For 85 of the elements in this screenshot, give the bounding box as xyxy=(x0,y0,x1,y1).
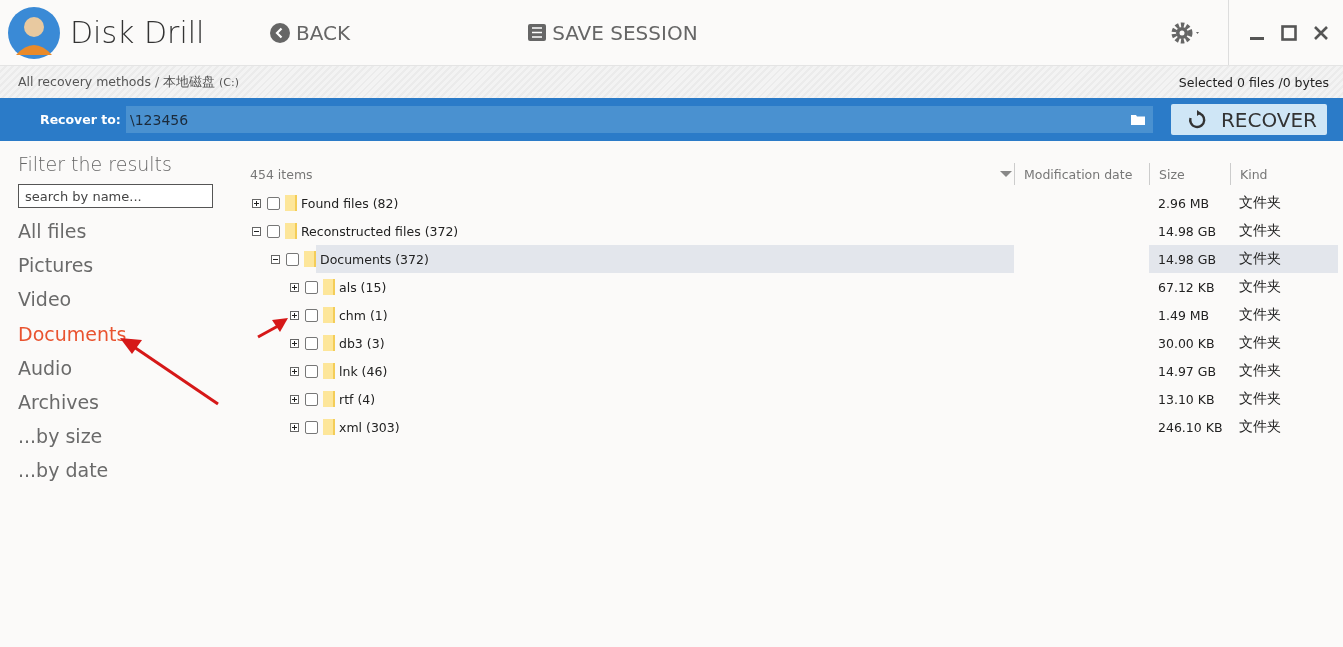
close-icon[interactable] xyxy=(1313,24,1329,41)
checkbox[interactable] xyxy=(286,252,299,266)
size-cell-text: 13.10 KB xyxy=(1157,390,1216,409)
file-name[interactable]: chm (1) xyxy=(339,307,388,323)
expand-icon[interactable] xyxy=(290,422,299,432)
search-field[interactable]: search by name... xyxy=(18,184,213,208)
kind-cell-text: 文件夹 xyxy=(1238,389,1282,408)
folder-icon xyxy=(304,251,316,267)
expand-icon[interactable] xyxy=(252,198,261,208)
kind-cell-text: 文件夹 xyxy=(1238,193,1282,212)
expand-icon[interactable] xyxy=(290,366,299,376)
app-title: Disk Drill xyxy=(70,15,206,50)
size-cell-text: 14.97 GB xyxy=(1157,362,1218,381)
filter-item[interactable]: Documents xyxy=(18,316,232,351)
filter-item[interactable]: ...by date xyxy=(18,453,232,488)
folder-icon xyxy=(323,335,335,351)
kind-cell-text: 文件夹 xyxy=(1238,221,1282,240)
file-name[interactable]: xml (303) xyxy=(339,419,400,435)
filter-heading: Filter the results xyxy=(18,153,173,175)
size-cell-text: 14.98 GB xyxy=(1157,222,1218,241)
kind-cell-text: 文件夹 xyxy=(1238,333,1282,352)
filter-item[interactable]: All files xyxy=(18,214,232,249)
column-header[interactable]: Kind xyxy=(1230,163,1338,185)
item-count: 454 items xyxy=(250,166,313,182)
checkbox[interactable] xyxy=(305,392,318,406)
size-cell-text: 1.49 MB xyxy=(1157,306,1211,325)
settings-icon[interactable] xyxy=(1170,20,1202,45)
checkbox[interactable] xyxy=(305,336,318,350)
folder-icon xyxy=(285,195,297,211)
file-name[interactable]: db3 (3) xyxy=(339,335,385,351)
size-cell: 14.98 GB xyxy=(1149,245,1230,273)
column-header[interactable]: Modification date xyxy=(1014,163,1149,185)
file-name[interactable]: Reconstructed files (372) xyxy=(301,223,459,239)
checkbox[interactable] xyxy=(305,308,318,322)
selection-summary: Selected 0 files /0 bytes xyxy=(1178,74,1329,90)
back-icon xyxy=(270,22,290,43)
kind-cell-text: 文件夹 xyxy=(1238,277,1282,296)
checkbox[interactable] xyxy=(267,224,280,238)
checkbox[interactable] xyxy=(305,364,318,378)
kind-cell-text: 文件夹 xyxy=(1238,361,1282,380)
file-name[interactable]: rtf (4) xyxy=(339,391,376,407)
kind-cell: 文件夹 xyxy=(1230,245,1338,273)
back-button[interactable]: BACK xyxy=(270,20,351,45)
expand-icon[interactable] xyxy=(290,338,299,348)
recover-to-label: Recover to: xyxy=(40,112,122,127)
folder-icon xyxy=(323,279,335,295)
checkbox[interactable] xyxy=(305,420,318,434)
avatar-logo-icon xyxy=(6,4,62,61)
recover-button[interactable]: RECOVER xyxy=(1170,104,1327,135)
kind-cell-text: 文件夹 xyxy=(1238,305,1282,324)
folder-icon xyxy=(323,363,335,379)
expand-icon[interactable] xyxy=(290,282,299,292)
filter-item[interactable]: Pictures xyxy=(18,248,232,283)
sort-caret-icon[interactable] xyxy=(1000,170,1012,178)
size-cell-text: 30.00 KB xyxy=(1157,334,1216,353)
checkbox[interactable] xyxy=(267,196,280,210)
size-cell-text: 2.96 MB xyxy=(1157,194,1211,213)
collapse-icon[interactable] xyxy=(252,226,261,236)
file-name[interactable]: Documents (372) xyxy=(320,251,429,267)
folder-icon xyxy=(323,391,335,407)
filter-item[interactable]: Video xyxy=(18,282,232,317)
expand-icon[interactable] xyxy=(290,310,299,320)
column-header[interactable]: Size xyxy=(1149,163,1230,185)
folder-icon xyxy=(323,419,335,435)
expand-icon[interactable] xyxy=(290,394,299,404)
size-cell-text: 67.12 KB xyxy=(1157,278,1216,297)
save-session-button[interactable]: SAVE SESSION xyxy=(528,20,698,45)
file-name[interactable]: als (15) xyxy=(339,279,387,295)
destination-field[interactable]: \123456 xyxy=(126,106,1153,133)
file-name[interactable]: lnk (46) xyxy=(339,363,388,379)
filter-item[interactable]: ...by size xyxy=(18,419,232,454)
list-icon xyxy=(528,24,547,41)
folder-icon xyxy=(285,223,297,239)
collapse-icon[interactable] xyxy=(271,254,280,264)
filter-item[interactable]: Audio xyxy=(18,350,232,385)
folder-icon xyxy=(323,307,335,323)
restore-icon xyxy=(1186,109,1207,130)
kind-cell-text: 文件夹 xyxy=(1238,417,1282,436)
folder-icon[interactable] xyxy=(1130,114,1145,125)
breadcrumb[interactable]: All recovery methods / 本地磁盘 (C:) xyxy=(18,73,240,91)
file-name[interactable]: Found files (82) xyxy=(301,195,399,211)
size-cell-text: 246.10 KB xyxy=(1157,418,1224,437)
maximize-icon[interactable] xyxy=(1281,24,1297,41)
filter-item[interactable]: Archives xyxy=(18,385,232,420)
checkbox[interactable] xyxy=(305,280,318,294)
